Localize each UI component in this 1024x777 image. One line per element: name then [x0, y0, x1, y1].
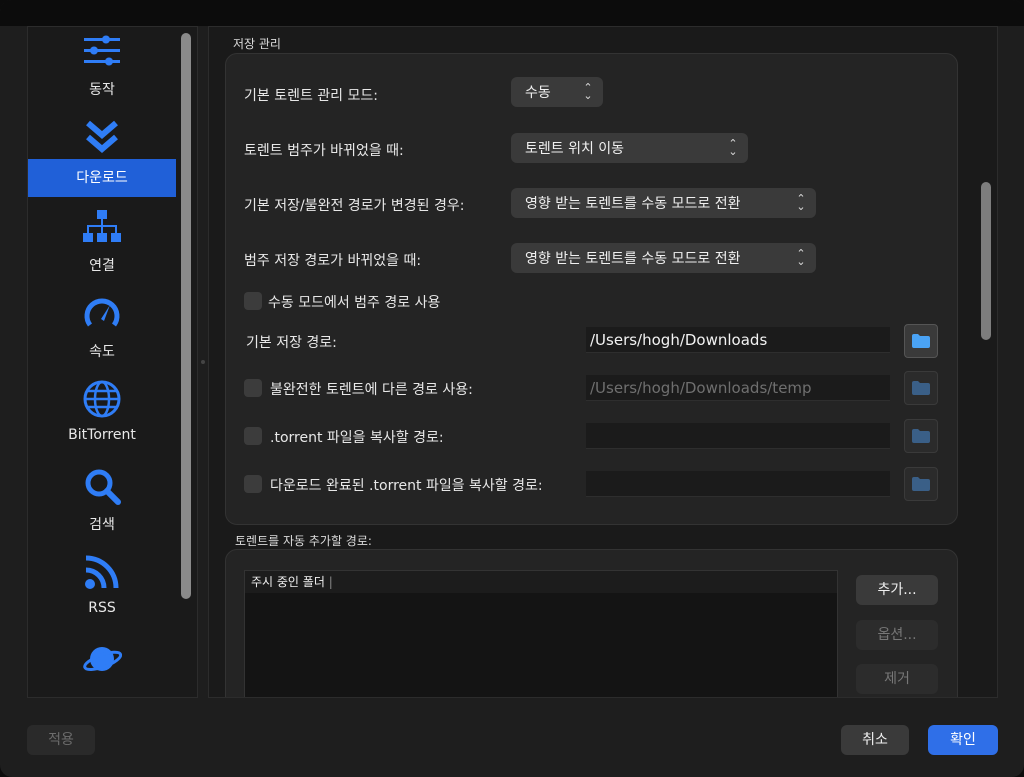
sidebar-item-label: BitTorrent: [68, 427, 136, 443]
autoadd-group: 주시 중인 폴더 | 추가... 옵션... 제거: [225, 549, 958, 697]
remove-folder-button[interactable]: 제거: [856, 664, 938, 694]
default-path-changed-popup[interactable]: 영향 받는 토렌트를 수동 모드로 전환 ⌃ ⌄: [511, 188, 816, 218]
folder-icon: [912, 429, 930, 443]
globe-icon: [80, 377, 124, 421]
add-folder-button[interactable]: 추가...: [856, 575, 938, 605]
copy-finished-field[interactable]: [586, 471, 890, 497]
main-scrollbar[interactable]: [981, 182, 991, 340]
copy-finished-checkbox[interactable]: [244, 475, 262, 493]
folder-icon: [912, 381, 930, 395]
updown-chevron-icon: ⌃ ⌄: [583, 81, 593, 102]
sidebar-item-speed[interactable]: 속도: [28, 291, 176, 377]
folder-options-button[interactable]: 옵션...: [856, 620, 938, 650]
ok-button[interactable]: 확인: [928, 725, 998, 755]
category-path-changed-label: 범주 저장 경로가 바뀌었을 때:: [244, 253, 422, 269]
default-save-path-label: 기본 저장 경로:: [246, 335, 337, 351]
planet-icon: [80, 637, 124, 681]
network-icon: [80, 205, 124, 249]
folder-icon: [912, 477, 930, 491]
updown-chevron-icon: ⌃ ⌄: [796, 247, 806, 268]
downloads-panel: 저장 관리 기본 토렌트 관리 모드: 수동 ⌃ ⌄ 토렌트 범주가 바뀌었을 때…: [208, 26, 998, 698]
sidebar-item-bittorrent[interactable]: BitTorrent: [28, 377, 176, 463]
sidebar-item-label: RSS: [88, 600, 116, 616]
copy-torrent-label: .torrent 파일을 복사할 경로:: [270, 430, 444, 446]
incomplete-path-label: 불완전한 토렌트에 다른 경로 사용:: [270, 382, 473, 398]
sidebar-item-connection[interactable]: 연결: [28, 205, 176, 291]
updown-chevron-icon: ⌃ ⌄: [796, 192, 806, 213]
sidebar-item-behavior[interactable]: 동작: [28, 29, 176, 115]
sidebar-item-rss[interactable]: RSS: [28, 550, 176, 636]
speedometer-icon: [80, 291, 124, 335]
default-path-changed-label: 기본 저장/불완전 경로가 변경된 경우:: [244, 198, 465, 214]
category-changed-label: 토렌트 범주가 바뀌었을 때:: [244, 143, 404, 159]
search-icon: [80, 464, 124, 508]
copy-torrent-checkbox[interactable]: [244, 427, 262, 445]
sidebar: 동작 다운로드 연결 속도 BitTorrent 검색 RSS: [27, 26, 198, 698]
split-handle[interactable]: [201, 360, 205, 364]
watched-folders-table[interactable]: 주시 중인 폴더 |: [244, 570, 838, 697]
incomplete-path-browse-button[interactable]: [904, 371, 938, 405]
double-chevron-down-icon: [80, 115, 124, 159]
cancel-button[interactable]: 취소: [841, 725, 909, 755]
title-bar: [0, 0, 1024, 26]
sidebar-scrollbar[interactable]: [181, 33, 191, 599]
copy-finished-label: 다운로드 완료된 .torrent 파일을 복사할 경로:: [270, 478, 543, 494]
sidebar-item-search[interactable]: 검색: [28, 464, 176, 550]
sidebar-item-downloads[interactable]: 다운로드: [28, 115, 176, 201]
rss-icon: [80, 550, 124, 594]
preferences-window: 동작 다운로드 연결 속도 BitTorrent 검색 RSS 저장 관리 기본…: [0, 0, 1024, 777]
copy-finished-browse-button[interactable]: [904, 467, 938, 501]
default-mode-label: 기본 토렌트 관리 모드:: [244, 88, 378, 104]
default-save-path-field[interactable]: /Users/hogh/Downloads: [586, 327, 890, 353]
sidebar-item-label: 동작: [89, 82, 115, 98]
folder-icon: [912, 334, 930, 348]
incomplete-path-field[interactable]: /Users/hogh/Downloads/temp: [586, 375, 890, 401]
default-mode-popup[interactable]: 수동 ⌃ ⌄: [511, 77, 603, 107]
incomplete-path-checkbox[interactable]: [244, 379, 262, 397]
sidebar-item-label: 속도: [89, 344, 115, 360]
watched-folders-header: 주시 중인 폴더 |: [245, 571, 837, 593]
copy-torrent-browse-button[interactable]: [904, 419, 938, 453]
default-save-path-browse-button[interactable]: [904, 324, 938, 358]
sliders-icon: [80, 29, 124, 73]
sidebar-item-label: 다운로드: [28, 159, 176, 197]
sidebar-item-label: 연결: [89, 258, 115, 274]
use-category-paths-checkbox[interactable]: [244, 292, 262, 310]
autoadd-section-title: 토렌트를 자동 추가할 경로:: [235, 534, 372, 548]
sidebar-item-label: 검색: [89, 517, 115, 533]
use-category-paths-label: 수동 모드에서 범주 경로 사용: [268, 295, 441, 311]
apply-button[interactable]: 적용: [27, 725, 95, 755]
storage-section-title: 저장 관리: [233, 37, 281, 51]
category-path-changed-popup[interactable]: 영향 받는 토렌트를 수동 모드로 전환 ⌃ ⌄: [511, 243, 816, 273]
copy-torrent-field[interactable]: [586, 423, 890, 449]
sidebar-item-advanced[interactable]: [28, 637, 176, 697]
category-changed-popup[interactable]: 토렌트 위치 이동 ⌃ ⌄: [511, 133, 748, 163]
storage-group: 기본 토렌트 관리 모드: 수동 ⌃ ⌄ 토렌트 범주가 바뀌었을 때: 토렌트 …: [225, 53, 958, 525]
updown-chevron-icon: ⌃ ⌄: [728, 137, 738, 158]
